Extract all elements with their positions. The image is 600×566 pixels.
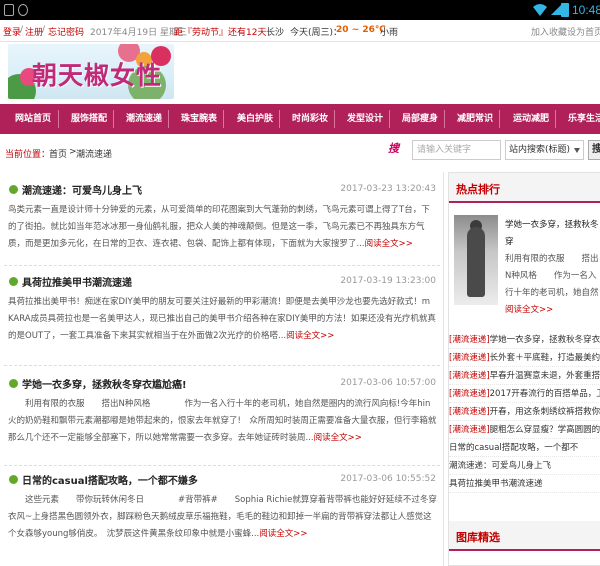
gallery-title: 图库精选 [456, 531, 500, 544]
weather-day: 今天(周三)： [290, 28, 343, 38]
nav-makeup[interactable]: 时尚彩妆 [292, 104, 328, 134]
sidebar-list-item[interactable]: [潮流速递]腿粗怎么穿显瘦？学高圆圆的心机 [449, 421, 600, 439]
sidebar-list-item[interactable]: [潮流速递]早春升温赛意未退，外套重搭件 [449, 367, 600, 385]
weather-temp: 20 ~ 26℃ [336, 25, 386, 35]
hot-ranking-title: 热点排行 [456, 183, 500, 196]
article-summary: 这些元素 带你玩转休闲冬日 #背带裤# Sophia Richie就算穿着背带裤… [8, 495, 437, 539]
article-title[interactable]: 潮流速递：可爱鸟儿身上飞 [22, 182, 142, 197]
logo-title: 朝天椒女性 [32, 61, 163, 90]
search-scope-value: 站内搜索(标题) [509, 145, 571, 155]
article-item: 具荷拉推美甲书潮流速递 2017-03-19 13:23:00 具荷拉推出美甲书… [4, 272, 440, 366]
hot-article-info: 学她一衣多穿，拯救秋冬穿 利用有限的衣服 搭出N种风格 作为一名入行十年的老司机… [505, 217, 600, 319]
article-title[interactable]: 学她一衣多穿，拯救秋冬穿衣尴尬癌! [22, 376, 187, 391]
column-divider [443, 172, 444, 566]
hot-article-title[interactable]: 学她一衣多穿，拯救秋冬穿 [505, 217, 600, 251]
article-date: 2017-03-19 13:23:00 [340, 276, 436, 286]
nav-divider [223, 110, 224, 128]
nav-clothing[interactable]: 服饰搭配 [71, 104, 107, 134]
nav-skincare[interactable]: 美白护肤 [237, 104, 273, 134]
nav-trends[interactable]: 潮流速递 [126, 104, 162, 134]
status-bar: 10:48 [0, 0, 600, 20]
nav-home[interactable]: 网站首页 [15, 104, 51, 134]
read-more-link[interactable]: 阅读全文>> [365, 239, 413, 249]
forgot-password-link[interactable]: 忘记密码 [48, 25, 84, 38]
sidebar-list-item[interactable]: [潮流速递]长外套＋平底鞋，打造最美约会的 [449, 349, 600, 367]
article-item: 学她一衣多穿，拯救秋冬穿衣尴尬癌! 2017-03-06 10:57:00 利用… [4, 374, 440, 466]
register-link[interactable]: 注册 [25, 25, 43, 38]
article-item: 潮流速递：可爱鸟儿身上飞 2017-03-23 13:20:43 鸟类元素一直是… [4, 180, 440, 266]
sidebar-list-item[interactable]: 潮流速递：可爱鸟儿身上飞 [449, 457, 600, 475]
article-title[interactable]: 日常的casual搭配攻略，一个都不嫌多 [22, 472, 198, 487]
weather-city: 长沙 [266, 28, 285, 38]
read-more-link[interactable]: 阅读全文>> [505, 305, 553, 315]
breadcrumb-label: 当前位置： [5, 150, 51, 160]
search-input[interactable]: 请输入关键字 [412, 140, 501, 160]
hot-article-summary: 利用有限的衣服 搭出N种风格 作为一名入行十年的老司机，她自然是圈内的流行风向标… [505, 254, 599, 298]
hot-article-thumbnail[interactable] [454, 215, 498, 305]
sidebar-list-item[interactable]: [潮流速递]学她一衣多穿，拯救秋冬穿衣尴尬 [449, 331, 600, 349]
gallery-header: 图库精选 [449, 521, 600, 551]
nav-divider [499, 110, 500, 128]
bullet-icon [9, 185, 18, 194]
nav-divider [113, 110, 114, 128]
nav-slimming[interactable]: 局部瘦身 [402, 104, 438, 134]
hot-ranking-header: 热点排行 [449, 173, 600, 203]
nav-divider [58, 110, 59, 128]
read-more-link[interactable]: 阅读全文>> [286, 331, 334, 341]
bullet-icon [9, 379, 18, 388]
sidebar: 热点排行 学她一衣多穿，拯救秋冬穿 利用有限的衣服 搭出N种风格 作为一名入行十… [448, 172, 600, 566]
sidebar-list-item[interactable]: 日常的casual搭配攻略，一个都不 [449, 439, 600, 457]
separator: / [42, 25, 46, 35]
wifi-icon [533, 4, 547, 16]
set-homepage-link[interactable]: 设为首页 [567, 25, 600, 38]
nav-divider [555, 110, 556, 128]
search-scope-select[interactable]: 站内搜索(标题) [505, 140, 584, 160]
article-date: 2017-03-23 13:20:43 [340, 184, 436, 194]
notification-icon [4, 4, 14, 16]
nav-diet[interactable]: 减肥常识 [457, 104, 493, 134]
bullet-icon [9, 475, 18, 484]
nav-divider [168, 110, 169, 128]
nav-divider [334, 110, 335, 128]
main-nav: 网站首页 服饰搭配 潮流速递 珠宝腕表 美白护肤 时尚彩妆 发型设计 局部瘦身 … [0, 104, 600, 134]
nav-divider [444, 110, 445, 128]
chevron-down-icon [574, 148, 580, 153]
breadcrumb-home[interactable]: 首页 [49, 147, 67, 160]
current-date: 2017年4月19日 星期三 [90, 28, 187, 38]
battery-icon [561, 3, 569, 17]
nav-lifestyle[interactable]: 乐享生活 [568, 104, 600, 134]
shield-icon [18, 4, 28, 16]
sidebar-list-item[interactable]: [潮流速递]2017开春流行的百搭单品，卫衣 [449, 385, 600, 403]
breadcrumb-current[interactable]: 潮流速递 [76, 147, 112, 160]
person-photo [467, 227, 485, 297]
search-button[interactable]: 搜 [588, 140, 600, 160]
search-logo: 搜 [388, 142, 399, 155]
article-date: 2017-03-06 10:55:52 [340, 474, 436, 484]
nav-exercise[interactable]: 运动减肥 [513, 104, 549, 134]
sidebar-list-item[interactable]: [潮流速递]开春，用这条刺绣纹裤搭救你的 [449, 403, 600, 421]
weather-condition: 小雨 [380, 28, 399, 38]
top-bar: 登录 / 注册 / 忘记密码 2017年4月19日 星期三 距『劳动节』还有12… [0, 20, 600, 42]
separator: / [20, 25, 24, 35]
site-logo[interactable]: 朝天椒女性 [8, 44, 174, 99]
status-time: 10:48 [572, 3, 600, 17]
article-item: 日常的casual搭配攻略，一个都不嫌多 2017-03-06 10:55:52… [4, 470, 440, 564]
nav-hairstyle[interactable]: 发型设计 [347, 104, 383, 134]
sidebar-list-item[interactable]: 具荷拉推美甲书潮流速递 [449, 475, 600, 493]
holiday-countdown: 距『劳动节』还有12天 [174, 28, 267, 38]
login-link[interactable]: 登录 [3, 25, 21, 38]
nav-jewelry[interactable]: 珠宝腕表 [181, 104, 217, 134]
article-list: 潮流速递：可爱鸟儿身上飞 2017-03-23 13:20:43 鸟类元素一直是… [4, 172, 440, 566]
read-more-link[interactable]: 阅读全文>> [259, 529, 307, 539]
bullet-icon [9, 277, 18, 286]
article-date: 2017-03-06 10:57:00 [340, 378, 436, 388]
article-summary: 具荷拉推出美甲书！痴迷在家DIY美甲的朋友可要关注好最新的甲彩潮流！即便是去美甲… [8, 297, 438, 341]
article-title[interactable]: 具荷拉推美甲书潮流速递 [22, 274, 132, 289]
article-summary: 利用有限的衣服 搭出N种风格 作为一名入行十年的老司机，她自然是圈内的流行风向标… [8, 399, 437, 443]
read-more-link[interactable]: 阅读全文>> [314, 433, 362, 443]
add-favorite-link[interactable]: 加入收藏 [531, 25, 567, 38]
nav-divider [389, 110, 390, 128]
article-summary: 鸟类元素一直是设计师十分钟爱的元素，从可爱简单的印花图案到大气蓬勃的刺绣，飞鸟元… [8, 205, 430, 249]
nav-divider [279, 110, 280, 128]
